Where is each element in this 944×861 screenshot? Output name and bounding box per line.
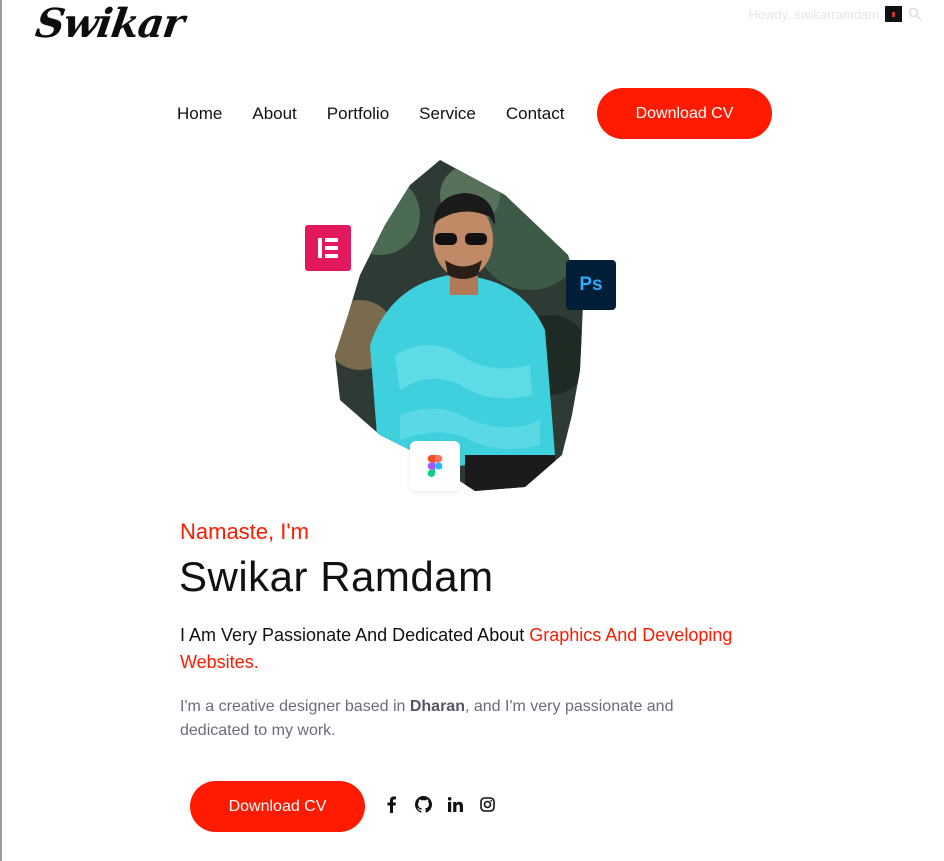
hero-greeting: Namaste, I'm [180,519,309,544]
bio-text-start: I'm a creative designer based in [180,698,410,715]
search-icon[interactable] [908,7,922,21]
photoshop-icon: Ps [566,260,616,310]
linkedin-icon[interactable] [447,796,464,813]
facebook-icon[interactable] [383,796,400,813]
admin-bar: Howdy, swikarramdam [748,6,922,22]
left-border [0,0,2,861]
site-logo[interactable]: Swikar [33,0,187,47]
nav-about[interactable]: About [252,104,296,124]
howdy-text[interactable]: Howdy, swikarramdam [748,7,879,22]
instagram-icon[interactable] [479,796,496,813]
nav-download-cv-button[interactable]: Download CV [597,88,772,139]
figma-icon [410,441,460,491]
tagline-text: I Am Very Passionate And Dedicated About [180,625,530,645]
hero-download-cv-button[interactable]: Download CV [190,781,365,832]
avatar[interactable] [885,6,902,22]
social-links [383,796,496,813]
hero-tagline: I Am Very Passionate And Dedicated About… [180,622,780,676]
elementor-icon [305,225,351,271]
main-nav: Home About Portfolio Service Contact [177,88,594,139]
github-icon[interactable] [415,796,432,813]
nav-contact[interactable]: Contact [506,104,565,124]
bio-city: Dharan [409,698,465,715]
hero-name: Swikar Ramdam [179,553,494,600]
hero-bio: I'm a creative designer based in Dharan,… [180,695,720,743]
nav-service[interactable]: Service [419,104,476,124]
nav-portfolio[interactable]: Portfolio [327,104,389,124]
nav-home[interactable]: Home [177,104,222,124]
